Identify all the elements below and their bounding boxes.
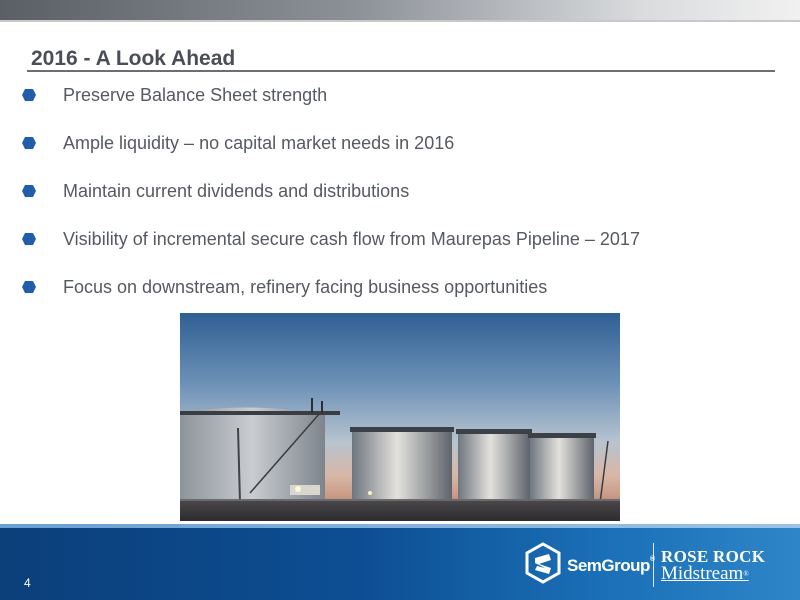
logo-divider [653,543,654,587]
slide-title: 2016 - A Look Ahead [31,47,236,70]
bullet-item: Visibility of incremental secure cash fl… [22,227,640,275]
bullet-text: Preserve Balance Sheet strength [63,85,328,105]
top-bar-rule [0,20,800,22]
top-gradient-bar [0,0,800,20]
hexagon-bullet-icon [22,137,36,149]
hexagon-bullet-icon [22,185,36,197]
semgroup-name: SemGroup [567,556,650,575]
semgroup-wordmark: SemGroup® [567,556,655,576]
semgroup-logo: SemGroup® [523,542,655,588]
bullet-item: Ample liquidity – no capital market need… [22,131,640,179]
rose-rock-registered-mark: ® [743,570,749,578]
bullet-list: Preserve Balance Sheet strength Ample li… [22,83,640,323]
page-number: 4 [24,576,31,590]
bullet-item: Maintain current dividends and distribut… [22,179,640,227]
rose-rock-line2: Midstream® [661,564,765,584]
hexagon-bullet-icon [22,281,36,293]
rose-rock-line1: ROSE ROCK [661,547,766,566]
bullet-text: Visibility of incremental secure cash fl… [63,229,640,249]
semgroup-mark-icon [525,542,561,584]
bullet-text: Maintain current dividends and distribut… [63,181,410,201]
bullet-item: Preserve Balance Sheet strength [22,83,640,131]
oil-storage-tanks-photo [180,313,620,521]
tank-farm-illustration [180,313,620,521]
rose-rock-midstream-logo: ROSE ROCK Midstream® [661,547,766,584]
bullet-text: Focus on downstream, refinery facing bus… [63,277,548,297]
bullet-text: Ample liquidity – no capital market need… [63,133,455,153]
hexagon-bullet-icon [22,89,36,101]
title-underline [27,70,775,72]
hexagon-bullet-icon [22,233,36,245]
midstream-text: Midstream [661,563,744,584]
